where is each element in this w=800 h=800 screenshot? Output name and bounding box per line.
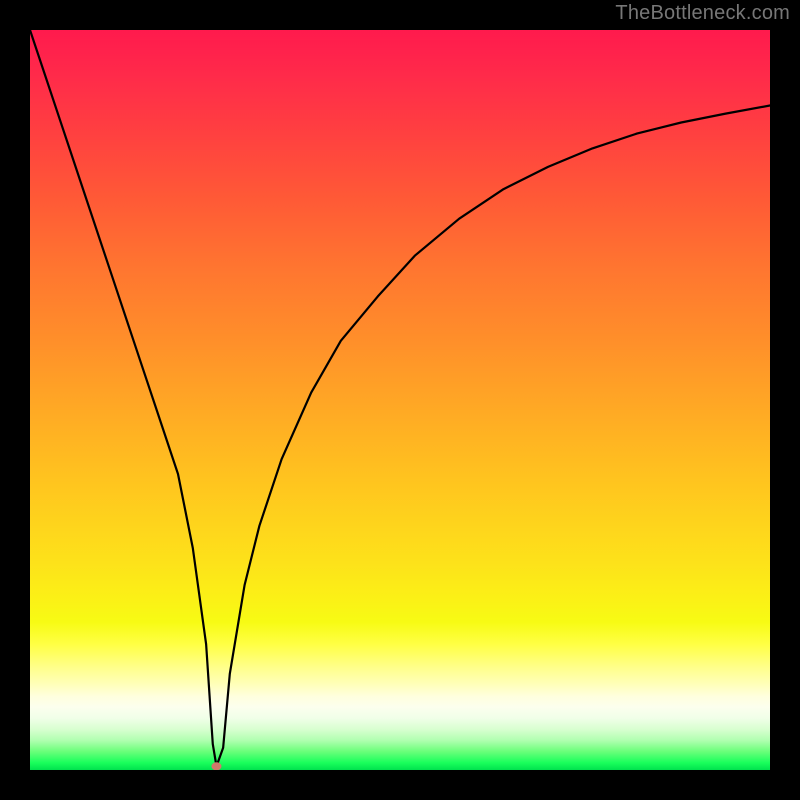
watermark-text: TheBottleneck.com (615, 2, 790, 25)
chart-frame: TheBottleneck.com (0, 0, 800, 800)
minimum-marker (211, 762, 221, 770)
bottleneck-curve (30, 30, 770, 766)
curve-svg (30, 30, 770, 770)
plot-area (30, 30, 770, 770)
